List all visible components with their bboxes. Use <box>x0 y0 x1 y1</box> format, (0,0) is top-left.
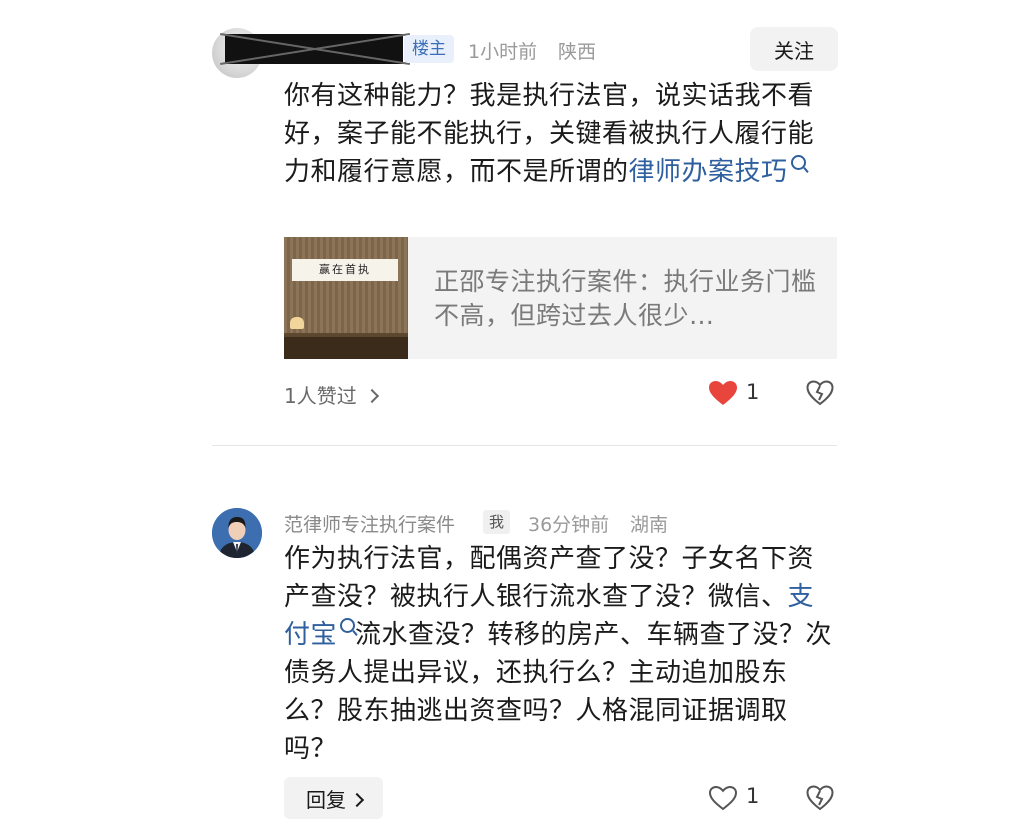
like-count: 1 <box>746 784 760 808</box>
chevron-right-icon <box>364 388 379 404</box>
dislike-icon[interactable] <box>806 380 834 406</box>
redacted-username <box>225 34 403 64</box>
keyword-link[interactable]: 律师办案技巧 <box>629 157 788 187</box>
like-count: 1 <box>746 380 760 404</box>
comment-time: 1小时前 <box>468 41 538 63</box>
liked-by-label: 1人赞过 <box>284 384 357 408</box>
thumbnail-calligraphy: 赢在首执 <box>292 259 398 281</box>
search-icon <box>340 618 356 633</box>
chevron-right-icon <box>349 792 365 807</box>
owner-badge: 楼主 <box>404 35 454 63</box>
dislike-icon[interactable] <box>806 785 834 811</box>
reply-button[interactable]: 回复 <box>284 777 383 819</box>
reply-label: 回复 <box>306 787 346 812</box>
comment-location: 湖南 <box>630 514 669 536</box>
comment-text: 流水查没？转移的房产、车辆查了没？次债务人提出异议，还执行么？主动追加股东么？股… <box>284 620 833 764</box>
self-badge: 我 <box>483 510 511 534</box>
comment-text: 作为执行法官，配偶资产查了没？子女名下资产查没？被执行人银行流水查了没？微信、 <box>284 544 815 612</box>
heart-filled-icon[interactable] <box>708 380 738 406</box>
comment-body: 作为执行法官，配偶资产查了没？子女名下资产查没？被执行人银行流水查了没？微信、支… <box>284 540 834 768</box>
heart-outline-icon[interactable] <box>708 785 738 811</box>
divider <box>212 445 837 446</box>
comment-time: 36分钟前 <box>528 514 610 536</box>
follow-button[interactable]: 关注 <box>750 27 838 71</box>
author-name[interactable]: 范律师专注执行案件 <box>284 510 455 537</box>
card-title: 正邵专注执行案件：执行业务门槛不高，但跨过去人很少… <box>434 267 817 330</box>
comment-body: 你有这种能力？我是执行法官，说实话我不看好，案子能不能执行，关键看被执行人履行能… <box>284 77 834 191</box>
comment-location: 陕西 <box>558 41 597 63</box>
link-card[interactable]: 赢在首执 正邵专注执行案件：执行业务门槛不高，但跨过去人很少… <box>284 237 837 359</box>
avatar[interactable] <box>212 508 262 558</box>
search-icon <box>790 155 806 170</box>
card-thumbnail: 赢在首执 <box>284 237 408 359</box>
liked-by-summary[interactable]: 1人赞过 <box>284 380 379 409</box>
